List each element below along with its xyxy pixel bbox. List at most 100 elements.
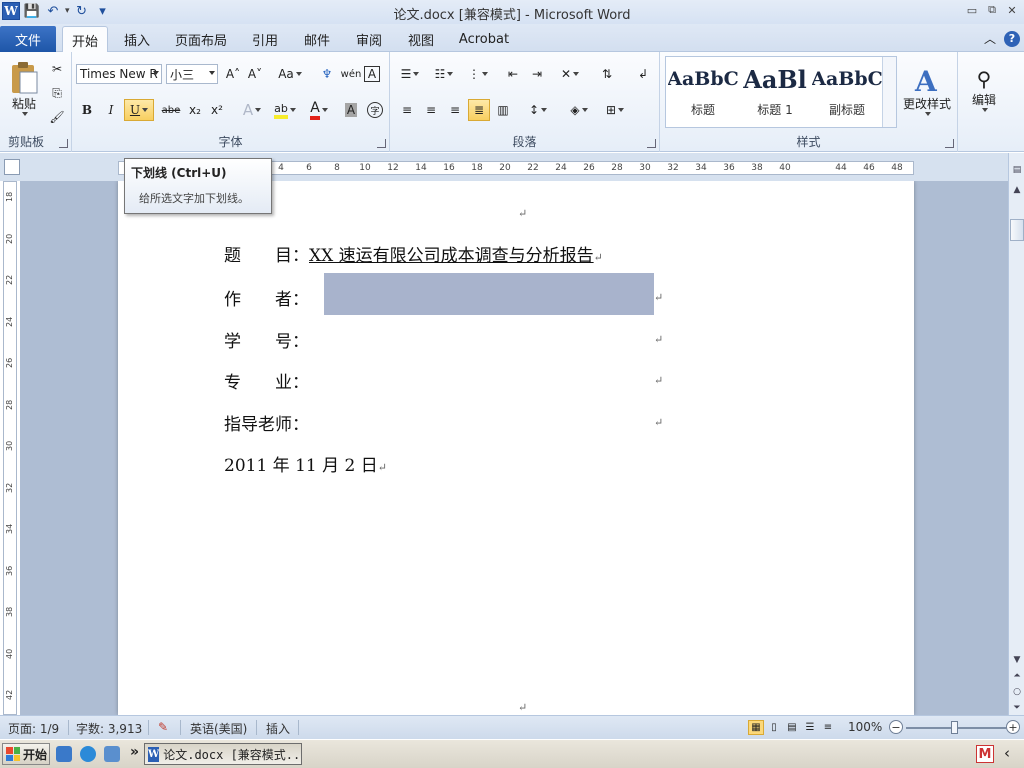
- cut-icon[interactable]: ✂: [46, 58, 68, 80]
- language-indicator[interactable]: 英语(美国): [190, 720, 247, 737]
- selected-author-field[interactable]: [324, 273, 654, 315]
- line-spacing-button[interactable]: ↕: [524, 99, 552, 121]
- help-icon[interactable]: ?: [1004, 30, 1020, 47]
- distributed-button[interactable]: ▥: [492, 99, 514, 121]
- sort-button[interactable]: ⇅: [596, 63, 618, 85]
- draft-view-icon[interactable]: ≡: [820, 720, 836, 735]
- phonetic-guide-button[interactable]: wén: [340, 63, 362, 85]
- numbering-button[interactable]: ☷: [430, 63, 458, 85]
- enclose-characters-button[interactable]: 字: [364, 99, 386, 121]
- style-subtitle[interactable]: AaBbC 副标题: [812, 61, 882, 123]
- tab-page-layout[interactable]: 页面布局: [170, 26, 232, 52]
- paste-button[interactable]: 粘贴: [6, 56, 42, 120]
- font-launcher-icon[interactable]: [377, 139, 386, 148]
- tab-review[interactable]: 审阅: [348, 26, 390, 52]
- highlight-button[interactable]: ab: [270, 99, 300, 121]
- taskbar-word-document[interactable]: W 论文.docx [兼容模式...: [144, 743, 302, 765]
- date-line[interactable]: 2011 年 11 月 2 日↵: [224, 451, 387, 476]
- styles-launcher-icon[interactable]: [945, 139, 954, 148]
- start-button[interactable]: 开始: [2, 743, 50, 765]
- shrink-font-button[interactable]: A˅: [244, 63, 266, 85]
- underline-button[interactable]: U: [124, 99, 154, 121]
- justify-button[interactable]: ≣: [468, 99, 490, 121]
- grow-font-button[interactable]: A˄: [222, 63, 244, 85]
- format-painter-icon[interactable]: 🖌: [46, 106, 68, 128]
- styles-gallery-scroll[interactable]: [882, 57, 896, 127]
- copy-icon[interactable]: ⎘: [46, 82, 68, 104]
- author-line[interactable]: 作 者：: [224, 285, 309, 310]
- report-title[interactable]: XX 速运有限公司成本调查与分析报告: [309, 246, 594, 266]
- strikethrough-button[interactable]: abe: [160, 99, 182, 121]
- zoom-slider-thumb[interactable]: [951, 721, 958, 734]
- student-id-line[interactable]: 学 号：: [224, 327, 309, 352]
- quicklaunch-app-icon[interactable]: [104, 746, 120, 762]
- font-name-combo[interactable]: Times New R: [76, 64, 162, 84]
- major-line[interactable]: 专 业：: [224, 368, 309, 393]
- clear-formatting-button[interactable]: ♆: [316, 63, 338, 85]
- bold-button[interactable]: B: [76, 99, 98, 121]
- paste-dropdown-icon[interactable]: [22, 111, 28, 116]
- zoom-out-button[interactable]: −: [889, 720, 903, 734]
- print-layout-view-icon[interactable]: ▦: [748, 720, 764, 735]
- advisor-line[interactable]: 指导老师：: [224, 410, 309, 435]
- italic-button[interactable]: I: [100, 99, 122, 121]
- shading-button[interactable]: ◈: [564, 99, 594, 121]
- document-page[interactable]: ↵ 题 目：XX 速运有限公司成本调查与分析报告↵ 作 者： ↵ 学 号： ↵ …: [118, 181, 914, 715]
- minimize-ribbon-icon[interactable]: ︿: [984, 30, 996, 47]
- tab-references[interactable]: 引用: [244, 26, 286, 52]
- bullets-button[interactable]: ☰: [396, 63, 424, 85]
- full-screen-reading-icon[interactable]: ▯: [766, 720, 782, 735]
- view-ruler-icon[interactable]: ▤: [1010, 163, 1024, 177]
- superscript-button[interactable]: x²: [206, 99, 228, 121]
- change-case-button[interactable]: Aa: [276, 63, 304, 85]
- decrease-indent-button[interactable]: ⇤: [502, 63, 524, 85]
- vertical-scrollbar[interactable]: ▤ ▲ ▼ ⏶ ○ ⏷: [1008, 153, 1024, 715]
- proofing-icon[interactable]: ✎: [158, 720, 168, 734]
- text-effects-button[interactable]: A: [238, 99, 266, 121]
- tab-insert[interactable]: 插入: [116, 26, 158, 52]
- align-right-button[interactable]: ≡: [444, 99, 466, 121]
- tab-selector-icon[interactable]: [4, 159, 20, 175]
- borders-button[interactable]: ⊞: [600, 99, 630, 121]
- tab-file[interactable]: 文件: [0, 26, 56, 52]
- chinese-layout-button[interactable]: ✕: [556, 63, 584, 85]
- change-styles-button[interactable]: A 更改样式: [902, 56, 952, 124]
- tray-expand-icon[interactable]: ‹: [1004, 744, 1010, 762]
- align-left-button[interactable]: ≡: [396, 99, 418, 121]
- insert-mode-indicator[interactable]: 插入: [266, 720, 290, 737]
- font-color-button[interactable]: A: [304, 99, 334, 121]
- paragraph-launcher-icon[interactable]: [647, 139, 656, 148]
- style-title[interactable]: AaBbC 标题: [668, 61, 738, 123]
- scroll-up-icon[interactable]: ▲: [1010, 183, 1024, 197]
- scroll-thumb[interactable]: [1010, 219, 1024, 241]
- minimize-icon[interactable]: ▭: [964, 3, 980, 17]
- close-icon[interactable]: ✕: [1004, 3, 1020, 17]
- tab-acrobat[interactable]: Acrobat: [452, 26, 516, 52]
- scroll-down-icon[interactable]: ▼: [1010, 653, 1024, 667]
- align-center-button[interactable]: ≡: [420, 99, 442, 121]
- zoom-in-button[interactable]: +: [1006, 720, 1020, 734]
- outline-view-icon[interactable]: ☰: [802, 720, 818, 735]
- multilevel-list-button[interactable]: ⋮: [464, 63, 492, 85]
- character-shading-button[interactable]: A: [340, 99, 362, 121]
- zoom-level[interactable]: 100%: [848, 720, 882, 734]
- previous-page-icon[interactable]: ⏶: [1010, 669, 1024, 683]
- select-browse-object-icon[interactable]: ○: [1010, 685, 1024, 699]
- show-marks-button[interactable]: ↲: [632, 63, 654, 85]
- tab-home[interactable]: 开始: [62, 26, 108, 53]
- quicklaunch-more-icon[interactable]: »: [130, 744, 139, 760]
- page-count[interactable]: 页面: 1/9: [8, 720, 59, 737]
- web-layout-icon[interactable]: ▤: [784, 720, 800, 735]
- editing-button[interactable]: ⚲ 编辑: [964, 58, 1004, 120]
- font-size-combo[interactable]: 小三: [166, 64, 218, 84]
- show-desktop-icon[interactable]: [56, 746, 72, 762]
- word-count[interactable]: 字数: 3,913: [76, 720, 142, 737]
- style-heading-1[interactable]: AaBl 标题 1: [740, 61, 810, 123]
- next-page-icon[interactable]: ⏷: [1010, 701, 1024, 715]
- tab-mailings[interactable]: 邮件: [296, 26, 338, 52]
- tray-app-icon[interactable]: M: [976, 745, 994, 763]
- title-line[interactable]: 题 目：XX 速运有限公司成本调查与分析报告↵: [224, 241, 603, 266]
- character-border-button[interactable]: A: [364, 66, 380, 82]
- internet-explorer-icon[interactable]: [80, 746, 96, 762]
- clipboard-launcher-icon[interactable]: [59, 139, 68, 148]
